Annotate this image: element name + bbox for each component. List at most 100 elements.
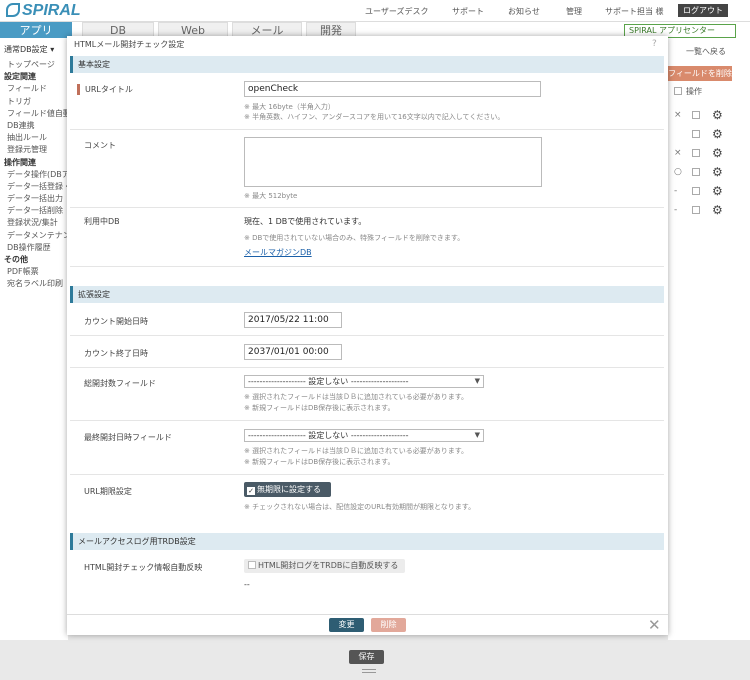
gear-icon[interactable]: ⚙ bbox=[712, 146, 723, 160]
dialog-title: HTMLメール開封チェック設定 bbox=[74, 40, 185, 49]
dialog-body: 基本設定 URLタイトル openCheck ※ 最大 16byte（半角入力）… bbox=[67, 52, 668, 614]
mail-magazine-db-link[interactable]: メールマガジンDB bbox=[244, 247, 312, 258]
gear-icon[interactable]: ⚙ bbox=[712, 108, 723, 122]
sidebar-section-heading: 設定関連 bbox=[4, 72, 36, 82]
gear-icon[interactable]: ⚙ bbox=[712, 203, 723, 217]
sidebar-item[interactable]: PDF帳票 bbox=[0, 266, 68, 278]
db-mode-select-value: 通常DB設定 bbox=[4, 45, 48, 54]
sidebar-item[interactable]: トップページ bbox=[0, 59, 68, 71]
url-title-note-2: ※ 半角英数、ハイフン、アンダースコアを用いて16文字以内で記入してください。 bbox=[244, 113, 505, 121]
field-row: - ⚙ bbox=[674, 203, 734, 217]
column-operation: 操作 bbox=[674, 86, 702, 97]
delete-field-button[interactable]: フィールドを削除 bbox=[668, 66, 732, 81]
sidebar-item[interactable]: データメンテナンス bbox=[0, 230, 68, 242]
chevron-down-icon: ▼ bbox=[474, 377, 480, 385]
sidebar-item[interactable]: データ一括削除 bbox=[0, 205, 68, 217]
total-open-field-note-2: ※ 新規フィールドはDB保存後に表示されます。 bbox=[244, 404, 395, 412]
resize-grip-icon[interactable] bbox=[362, 669, 376, 673]
section-extended: 拡張設定 bbox=[70, 286, 664, 303]
divider bbox=[70, 207, 664, 208]
url-expiry-label: URL期限設定 bbox=[84, 487, 132, 496]
row-checkbox[interactable] bbox=[692, 206, 700, 214]
gear-icon[interactable]: ⚙ bbox=[712, 184, 723, 198]
sidebar-item[interactable]: フィールド bbox=[0, 83, 68, 95]
row-status: - bbox=[674, 186, 678, 196]
sidebar-item[interactable]: 抽出ルール bbox=[0, 132, 68, 144]
row-checkbox[interactable] bbox=[692, 187, 700, 195]
change-button[interactable]: 変更 bbox=[329, 618, 364, 632]
section-basic: 基本設定 bbox=[70, 56, 664, 73]
user-name: サポート担当 様 bbox=[605, 7, 664, 16]
spiral-logo[interactable]: SPIRAL bbox=[6, 2, 81, 20]
sidebar-item[interactable]: トリガ bbox=[0, 96, 68, 108]
total-open-field-select[interactable]: -------------------- 設定しない -------------… bbox=[244, 375, 484, 388]
top-link-users-desk[interactable]: ユーザーズデスク bbox=[365, 6, 428, 17]
db-mode-select[interactable]: 通常DB設定 ▾ bbox=[4, 44, 68, 55]
total-open-field-note-1: ※ 選択されたフィールドは当該ＤＢに追加されている必要があります。 bbox=[244, 393, 469, 401]
sidebar-item[interactable]: データ一括登録・更新 bbox=[0, 181, 68, 193]
divider bbox=[70, 129, 664, 130]
row-checkbox[interactable] bbox=[692, 168, 700, 176]
back-to-list-link[interactable]: 一覧へ戻る bbox=[686, 46, 726, 57]
gear-icon[interactable]: ⚙ bbox=[712, 127, 723, 141]
logo-text: SPIRAL bbox=[22, 2, 81, 19]
url-title-note-1: ※ 最大 16byte（半角入力） bbox=[244, 103, 335, 111]
count-end-input[interactable]: 2037/01/01 00:00 bbox=[244, 344, 342, 360]
sidebar-item[interactable]: 登録元管理 bbox=[0, 144, 68, 156]
logout-button[interactable]: ログアウト bbox=[678, 4, 728, 17]
sidebar-item[interactable]: データ操作(DBアクセス) bbox=[0, 169, 68, 181]
gear-icon[interactable]: ⚙ bbox=[712, 165, 723, 179]
top-link-support[interactable]: サポート bbox=[452, 6, 484, 17]
divider bbox=[70, 420, 664, 421]
save-button[interactable]: 保存 bbox=[349, 650, 384, 664]
sidebar-item[interactable]: DB操作履歴 bbox=[0, 242, 68, 254]
top-link-admin[interactable]: 管理 bbox=[566, 6, 582, 17]
last-open-field-select-value: -------------------- 設定しない -------------… bbox=[248, 431, 409, 440]
row-checkbox[interactable] bbox=[692, 130, 700, 138]
select-all-checkbox[interactable] bbox=[674, 87, 682, 95]
bottom-bar: 保存 bbox=[0, 640, 750, 680]
close-icon[interactable]: ✕ bbox=[648, 616, 661, 634]
help-icon[interactable]: ? bbox=[652, 39, 657, 49]
sidebar-section-heading: その他 bbox=[4, 255, 28, 264]
comment-textarea[interactable] bbox=[244, 137, 542, 187]
auto-reflect-checkbox-label: HTML開封ログをTRDBに自動反映する bbox=[258, 561, 399, 570]
row-status: × bbox=[674, 110, 682, 120]
spiral-logo-icon bbox=[6, 3, 20, 17]
divider bbox=[70, 474, 664, 475]
nav-tab-app[interactable]: アプリ bbox=[0, 22, 72, 38]
row-checkbox[interactable] bbox=[692, 149, 700, 157]
auto-reflect-checkbox[interactable]: HTML開封ログをTRDBに自動反映する bbox=[244, 559, 405, 573]
total-open-field-label: 総開封数フィールド bbox=[84, 379, 156, 388]
sidebar-item[interactable]: データ一括出力 bbox=[0, 193, 68, 205]
comment-note: ※ 最大 512byte bbox=[244, 192, 298, 200]
top-link-news[interactable]: お知らせ bbox=[508, 6, 540, 17]
field-row: ⚙ bbox=[674, 127, 734, 141]
url-title-input[interactable]: openCheck bbox=[244, 81, 541, 97]
last-open-field-label: 最終開封日時フィールド bbox=[84, 433, 172, 442]
sidebar-item[interactable]: DB連携 bbox=[0, 120, 68, 132]
row-status: × bbox=[674, 148, 682, 158]
url-expiry-checkbox[interactable]: ✓ 無期限に設定する bbox=[244, 482, 331, 497]
sidebar-item[interactable]: 登録状況/集計 bbox=[0, 217, 68, 229]
delete-button[interactable]: 削除 bbox=[371, 618, 406, 632]
sidebar-list: トップページ 設定関連 フィールド トリガ フィールド値自動 DB連携 抽出ルール 登録元管理… bbox=[0, 59, 68, 291]
count-start-label: カウント開始日時 bbox=[84, 317, 148, 326]
sidebar-item[interactable]: 宛名ラベル印刷 bbox=[0, 278, 68, 290]
row-status: ○ bbox=[674, 167, 682, 177]
auto-reflect-value: -- bbox=[244, 580, 250, 589]
url-expiry-checkbox-label: 無期限に設定する bbox=[257, 485, 321, 494]
top-bar: SPIRAL ユーザーズデスク サポート お知らせ 管理 サポート担当 様 ログ… bbox=[0, 0, 750, 22]
checkbox-checked-icon: ✓ bbox=[247, 487, 255, 495]
dialog-footer: 変更 削除 ✕ bbox=[67, 614, 668, 635]
row-checkbox[interactable] bbox=[692, 111, 700, 119]
count-start-input[interactable]: 2017/05/22 11:00 bbox=[244, 312, 342, 328]
last-open-field-note-2: ※ 新規フィールドはDB保存後に表示されます。 bbox=[244, 458, 395, 466]
field-row: - ⚙ bbox=[674, 184, 734, 198]
sidebar-item[interactable]: フィールド値自動 bbox=[0, 108, 68, 120]
checkbox-unchecked-icon bbox=[248, 561, 256, 569]
field-row: × ⚙ bbox=[674, 146, 734, 160]
sidebar-section-heading: 操作関連 bbox=[4, 157, 36, 167]
last-open-field-select[interactable]: -------------------- 設定しない -------------… bbox=[244, 429, 484, 442]
right-pane: 一覧へ戻る フィールドを削除 操作 × ⚙ ⚙ × ⚙ ○ ⚙ - ⚙ - ⚙ bbox=[668, 38, 750, 658]
